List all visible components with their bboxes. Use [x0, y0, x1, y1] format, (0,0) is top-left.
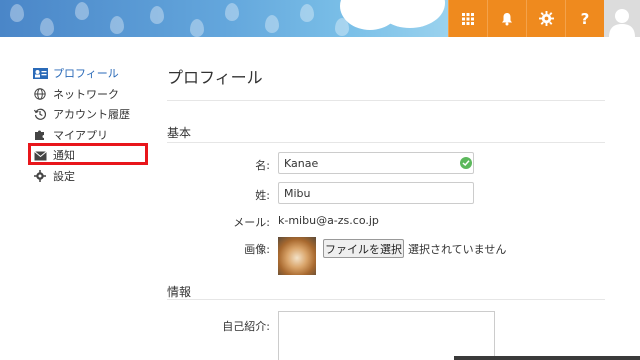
raindrop-decoration [225, 3, 239, 21]
raindrop-decoration [300, 4, 314, 22]
sidebar-item-profile[interactable]: プロフィール [30, 63, 150, 84]
bottom-overlay-bar [454, 356, 640, 360]
valid-check-icon [460, 157, 472, 169]
notifications-button[interactable] [487, 0, 526, 37]
sidebar-item-label: プロフィール [53, 67, 119, 81]
sidebar-nav: プロフィール ネットワーク アカウント履歴 マイアプリ 通知 設定 [30, 63, 150, 186]
choose-file-button[interactable]: ファイルを選択 [323, 239, 404, 258]
image-label: 画像: [244, 243, 270, 256]
raindrop-decoration [150, 6, 164, 24]
page-title: プロフィール [167, 68, 263, 87]
title-divider [167, 100, 605, 101]
email-value: k-mibu@a-zs.co.jp [278, 214, 379, 227]
header-icon-bar: ? [448, 0, 604, 37]
raindrop-decoration [265, 15, 279, 33]
section-basic-heading: 基本 [167, 126, 192, 140]
history-icon [32, 108, 48, 121]
sidebar-item-settings[interactable]: 設定 [30, 166, 150, 187]
user-avatar-button[interactable] [604, 0, 640, 37]
sidebar-item-account-history[interactable]: アカウント履歴 [30, 104, 150, 125]
last-name-field[interactable] [278, 182, 474, 204]
sidebar-item-label: アカウント履歴 [53, 108, 130, 122]
id-card-icon [32, 67, 48, 79]
sidebar-item-network[interactable]: ネットワーク [30, 84, 150, 105]
apps-grid-button[interactable] [448, 0, 487, 37]
gear-icon [538, 11, 554, 26]
puzzle-icon [32, 129, 48, 141]
bio-label: 自己紹介: [222, 320, 270, 333]
bell-icon [502, 12, 512, 25]
help-button[interactable]: ? [565, 0, 604, 37]
highlight-box [28, 143, 148, 165]
raindrop-decoration [110, 16, 124, 34]
raindrop-decoration [10, 4, 24, 22]
apps-grid-icon [462, 12, 474, 25]
help-icon: ? [580, 9, 590, 28]
section-divider [167, 299, 605, 300]
profile-image-thumbnail [278, 237, 316, 275]
gear-icon [32, 169, 48, 182]
bio-textarea[interactable] [278, 311, 495, 360]
settings-button[interactable] [526, 0, 565, 37]
first-name-label: 名: [255, 159, 270, 172]
user-avatar-icon [609, 9, 635, 37]
globe-icon [32, 88, 48, 100]
sidebar-item-my-apps[interactable]: マイアプリ [30, 125, 150, 146]
sidebar-item-label: 設定 [53, 169, 75, 183]
sidebar-item-label: マイアプリ [53, 128, 108, 142]
file-status-text: 選択されていません [408, 243, 507, 256]
header-banner: ? [0, 0, 640, 37]
section-info-heading: 情報 [167, 285, 192, 299]
raindrop-decoration [190, 19, 204, 37]
email-label: メール: [233, 216, 270, 229]
first-name-field[interactable] [278, 152, 474, 174]
raindrop-decoration [40, 18, 54, 36]
section-divider [167, 142, 605, 143]
sidebar-item-label: ネットワーク [53, 87, 119, 101]
raindrop-decoration [75, 2, 89, 20]
last-name-label: 姓: [255, 189, 270, 202]
